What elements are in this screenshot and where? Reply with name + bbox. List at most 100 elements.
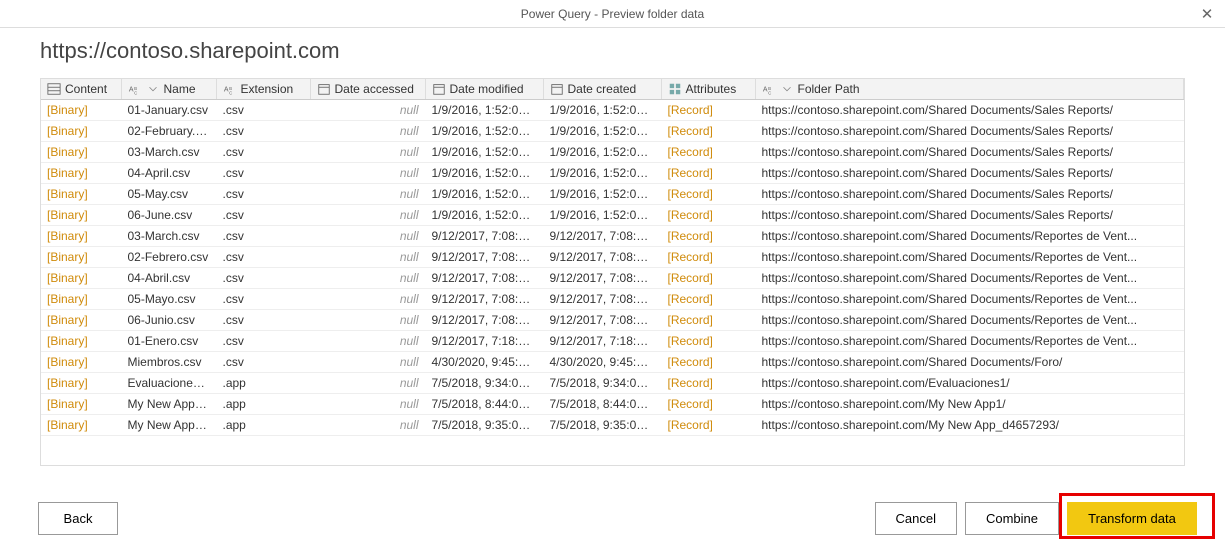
cell-content[interactable]: [Binary] — [41, 142, 121, 163]
cell-content[interactable]: [Binary] — [41, 415, 121, 436]
cell-date-created: 4/30/2020, 9:45:00 A... — [543, 352, 661, 373]
cell-attributes[interactable]: [Record] — [661, 331, 755, 352]
table-row[interactable]: [Binary]02-February.csv.csvnull1/9/2016,… — [41, 121, 1184, 142]
col-header-extension[interactable]: ABC Extension — [216, 79, 310, 100]
cell-attributes[interactable]: [Record] — [661, 142, 755, 163]
table-row[interactable]: [Binary]03-March.csv.csvnull1/9/2016, 1:… — [41, 142, 1184, 163]
table-row[interactable]: [Binary]06-June.csv.csvnull1/9/2016, 1:5… — [41, 205, 1184, 226]
abc-icon: ABC — [762, 82, 776, 96]
cell-attributes[interactable]: [Record] — [661, 247, 755, 268]
cancel-button[interactable]: Cancel — [875, 502, 957, 535]
cell-date-accessed: null — [310, 247, 425, 268]
cell-content[interactable]: [Binary] — [41, 247, 121, 268]
cell-attributes[interactable]: [Record] — [661, 163, 755, 184]
cell-attributes[interactable]: [Record] — [661, 226, 755, 247]
col-header-date-accessed[interactable]: Date accessed — [310, 79, 425, 100]
cell-name: 04-Abril.csv — [121, 268, 216, 289]
cell-attributes[interactable]: [Record] — [661, 268, 755, 289]
cell-content[interactable]: [Binary] — [41, 163, 121, 184]
cell-content[interactable]: [Binary] — [41, 373, 121, 394]
dropdown-icon — [146, 82, 160, 96]
cell-attributes[interactable]: [Record] — [661, 352, 755, 373]
cell-content[interactable]: [Binary] — [41, 394, 121, 415]
table-row[interactable]: [Binary]06-Junio.csv.csvnull9/12/2017, 7… — [41, 310, 1184, 331]
cell-folder-path: https://contoso.sharepoint.com/My New Ap… — [755, 394, 1184, 415]
col-header-attributes[interactable]: Attributes — [661, 79, 755, 100]
cell-extension: .app — [216, 394, 310, 415]
cell-attributes[interactable]: [Record] — [661, 121, 755, 142]
cell-extension: .csv — [216, 331, 310, 352]
preview-table-container: Content ABC Name ABC Extension Date acce… — [40, 78, 1185, 466]
cell-date-modified: 9/12/2017, 7:08:00 AM — [425, 310, 543, 331]
table-row[interactable]: [Binary]05-Mayo.csv.csvnull9/12/2017, 7:… — [41, 289, 1184, 310]
table-icon — [47, 82, 61, 96]
cell-name: My New App.app — [121, 394, 216, 415]
table-row[interactable]: [Binary]01-Enero.csv.csvnull9/12/2017, 7… — [41, 331, 1184, 352]
cell-attributes[interactable]: [Record] — [661, 415, 755, 436]
col-header-date-created[interactable]: Date created — [543, 79, 661, 100]
cell-content[interactable]: [Binary] — [41, 352, 121, 373]
cell-attributes[interactable]: [Record] — [661, 289, 755, 310]
cell-attributes[interactable]: [Record] — [661, 394, 755, 415]
col-header-date-modified[interactable]: Date modified — [425, 79, 543, 100]
page-url-heading: https://contoso.sharepoint.com — [0, 28, 1225, 78]
cell-attributes[interactable]: [Record] — [661, 205, 755, 226]
cell-content[interactable]: [Binary] — [41, 331, 121, 352]
table-row[interactable]: [Binary]Miembros.csv.csvnull4/30/2020, 9… — [41, 352, 1184, 373]
table-row[interactable]: [Binary]01-January.csv.csvnull1/9/2016, … — [41, 100, 1184, 121]
cell-folder-path: https://contoso.sharepoint.com/Shared Do… — [755, 352, 1184, 373]
col-header-name[interactable]: ABC Name — [121, 79, 216, 100]
table-row[interactable]: [Binary]Evaluaciones.app.appnull7/5/2018… — [41, 373, 1184, 394]
cell-date-accessed: null — [310, 268, 425, 289]
table-row[interactable]: [Binary]05-May.csv.csvnull1/9/2016, 1:52… — [41, 184, 1184, 205]
col-header-folder-path[interactable]: ABC Folder Path — [755, 79, 1184, 100]
cell-date-accessed: null — [310, 331, 425, 352]
cell-extension: .csv — [216, 352, 310, 373]
table-row[interactable]: [Binary]My New App.app.appnull7/5/2018, … — [41, 415, 1184, 436]
cell-folder-path: https://contoso.sharepoint.com/My New Ap… — [755, 415, 1184, 436]
cell-extension: .csv — [216, 205, 310, 226]
table-row[interactable]: [Binary]My New App.app.appnull7/5/2018, … — [41, 394, 1184, 415]
cell-name: Miembros.csv — [121, 352, 216, 373]
table-row[interactable]: [Binary]02-Febrero.csv.csvnull9/12/2017,… — [41, 247, 1184, 268]
cell-content[interactable]: [Binary] — [41, 226, 121, 247]
cell-date-modified: 9/12/2017, 7:08:00 AM — [425, 226, 543, 247]
cell-content[interactable]: [Binary] — [41, 121, 121, 142]
cell-attributes[interactable]: [Record] — [661, 310, 755, 331]
cell-content[interactable]: [Binary] — [41, 310, 121, 331]
abc-icon: ABC — [223, 82, 237, 96]
combine-button[interactable]: Combine — [965, 502, 1059, 535]
cell-date-modified: 4/30/2020, 9:45:00 AM — [425, 352, 543, 373]
cell-attributes[interactable]: [Record] — [661, 373, 755, 394]
table-row[interactable]: [Binary]03-March.csv.csvnull9/12/2017, 7… — [41, 226, 1184, 247]
cell-content[interactable]: [Binary] — [41, 205, 121, 226]
cell-name: 05-Mayo.csv — [121, 289, 216, 310]
close-icon[interactable]: ✕ — [1195, 2, 1219, 26]
cell-content[interactable]: [Binary] — [41, 184, 121, 205]
cell-content[interactable]: [Binary] — [41, 289, 121, 310]
cell-extension: .csv — [216, 310, 310, 331]
cell-attributes[interactable]: [Record] — [661, 100, 755, 121]
svg-text:C: C — [134, 90, 137, 95]
table-row[interactable]: [Binary]04-April.csv.csvnull1/9/2016, 1:… — [41, 163, 1184, 184]
cell-date-created: 1/9/2016, 1:52:00 PM — [543, 205, 661, 226]
back-button[interactable]: Back — [38, 502, 118, 535]
cell-date-modified: 9/12/2017, 7:08:00 AM — [425, 289, 543, 310]
table-header-row: Content ABC Name ABC Extension Date acce… — [41, 79, 1184, 100]
cell-date-created: 9/12/2017, 7:08:00 A... — [543, 289, 661, 310]
cell-folder-path: https://contoso.sharepoint.com/Shared Do… — [755, 331, 1184, 352]
col-header-content[interactable]: Content — [41, 79, 121, 100]
cell-extension: .app — [216, 415, 310, 436]
cell-extension: .csv — [216, 142, 310, 163]
cell-date-accessed: null — [310, 163, 425, 184]
cell-name: 04-April.csv — [121, 163, 216, 184]
cell-attributes[interactable]: [Record] — [661, 184, 755, 205]
cell-date-modified: 1/9/2016, 1:52:00 PM — [425, 163, 543, 184]
table-row[interactable]: [Binary]04-Abril.csv.csvnull9/12/2017, 7… — [41, 268, 1184, 289]
cell-name: 03-March.csv — [121, 226, 216, 247]
cell-date-accessed: null — [310, 373, 425, 394]
cell-content[interactable]: [Binary] — [41, 268, 121, 289]
transform-data-button[interactable]: Transform data — [1067, 502, 1197, 535]
cell-folder-path: https://contoso.sharepoint.com/Shared Do… — [755, 184, 1184, 205]
cell-content[interactable]: [Binary] — [41, 100, 121, 121]
